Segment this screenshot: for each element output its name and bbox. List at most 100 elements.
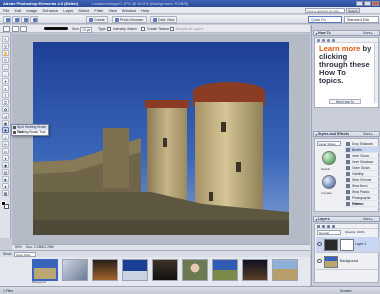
menu-help[interactable]: Help bbox=[141, 8, 149, 13]
document-canvas[interactable] bbox=[12, 34, 310, 244]
quick-fix-button[interactable]: Quick Fix bbox=[308, 16, 342, 23]
styles-panel-header[interactable]: ▼ Styles and Effects More ▸ bbox=[313, 131, 380, 137]
eyedropper-tool-icon[interactable]: ✎ bbox=[2, 57, 9, 63]
photo-thumbnail[interactable] bbox=[242, 259, 268, 281]
healing-brush-menu-item[interactable]: Healing Brush Tool bbox=[12, 130, 48, 135]
opacity-field[interactable]: Opacity: 100% bbox=[345, 230, 365, 235]
create-button[interactable]: Create bbox=[86, 16, 108, 23]
healing-brush-icon[interactable] bbox=[12, 26, 19, 32]
menu-select[interactable]: Select bbox=[78, 8, 89, 13]
trash-icon[interactable] bbox=[327, 225, 330, 228]
eraser-tool-icon[interactable]: ▭ bbox=[2, 148, 9, 154]
menu-image[interactable]: Image bbox=[26, 8, 37, 13]
photo-browser-button[interactable]: Photo Browser bbox=[112, 16, 147, 23]
style-item[interactable]: Patterns bbox=[345, 201, 379, 207]
menu-view[interactable]: View bbox=[108, 8, 117, 13]
hand-tool-icon[interactable]: ✋ bbox=[2, 50, 9, 56]
zoom-tool-icon[interactable]: ⚲ bbox=[2, 43, 9, 49]
sponge-tool-icon[interactable]: ▦ bbox=[2, 190, 9, 196]
menu-enhance[interactable]: Enhance bbox=[42, 8, 58, 13]
red-eye-tool-icon[interactable]: ◉ bbox=[2, 120, 9, 126]
home-icon[interactable] bbox=[317, 39, 320, 42]
straighten-tool-icon[interactable]: ⊿ bbox=[2, 113, 9, 119]
photo-thumbnail[interactable] bbox=[62, 259, 88, 281]
forward-icon[interactable] bbox=[327, 39, 330, 42]
date-view-button[interactable]: Date View bbox=[150, 16, 178, 23]
lasso-tool-icon[interactable]: ◌ bbox=[2, 71, 9, 77]
photo-thumbnail[interactable] bbox=[272, 259, 298, 281]
layer-row[interactable]: Background bbox=[316, 254, 379, 270]
layers-panel-header[interactable]: ▼ Layers More ▸ bbox=[313, 216, 380, 222]
shape-tool-icon[interactable]: ■ bbox=[2, 176, 9, 182]
style-swatch-default[interactable] bbox=[322, 151, 336, 165]
lock-icon[interactable] bbox=[332, 225, 335, 228]
help-search-button[interactable]: Search bbox=[346, 8, 360, 13]
style-icon bbox=[346, 172, 350, 176]
print-icon[interactable] bbox=[332, 39, 335, 42]
menu-filter[interactable]: Filter bbox=[94, 8, 103, 13]
castle-photo[interactable] bbox=[33, 42, 289, 235]
magic-wand-tool-icon[interactable]: ✦ bbox=[2, 78, 9, 84]
brush-tool-icon[interactable]: ♦ bbox=[2, 155, 9, 161]
proximity-match-radio[interactable] bbox=[107, 27, 111, 31]
save-button[interactable] bbox=[21, 16, 29, 23]
adjustment-layer-icon[interactable] bbox=[322, 225, 325, 228]
tool-preset-icon[interactable] bbox=[3, 26, 10, 32]
minimize-button[interactable] bbox=[356, 1, 363, 6]
style-swatch-complex[interactable] bbox=[322, 175, 336, 189]
new-button[interactable] bbox=[3, 16, 11, 23]
style-icon bbox=[346, 196, 350, 200]
photo-thumbnail[interactable] bbox=[212, 259, 238, 281]
howto-more-button[interactable]: More ▸ bbox=[363, 31, 373, 36]
howto-scrollbar[interactable] bbox=[374, 43, 378, 103]
crop-tool-icon[interactable]: ⌗ bbox=[2, 99, 9, 105]
blur-tool-icon[interactable]: ● bbox=[2, 183, 9, 189]
menu-edit[interactable]: Edit bbox=[14, 8, 21, 13]
spot-healing-brush-tool-icon[interactable]: ✚ bbox=[2, 127, 9, 133]
eye-icon[interactable] bbox=[317, 259, 322, 263]
sample-all-checkbox[interactable] bbox=[170, 27, 174, 31]
photo-thumbnail[interactable] bbox=[92, 259, 118, 281]
photo-thumbnail[interactable] bbox=[32, 259, 58, 281]
layers-more-button[interactable]: More ▸ bbox=[363, 217, 373, 222]
eye-icon[interactable] bbox=[317, 242, 322, 246]
print-button[interactable] bbox=[30, 16, 38, 23]
styles-panel: Layer Styles Default Complex Drop Shadow… bbox=[314, 138, 379, 212]
spot-healing-icon[interactable] bbox=[20, 26, 27, 32]
menu-file[interactable]: File bbox=[3, 8, 9, 13]
photo-thumbnail[interactable] bbox=[122, 259, 148, 281]
standard-edit-button[interactable]: Standard Edit bbox=[344, 16, 379, 23]
open-button[interactable] bbox=[12, 16, 20, 23]
create-texture-radio[interactable] bbox=[141, 27, 145, 31]
photo-thumbnail[interactable] bbox=[152, 259, 178, 281]
howto-panel-header[interactable]: ▼ How To More ▸ bbox=[313, 30, 380, 36]
style-swatch-caption: Complex bbox=[321, 191, 333, 195]
close-button[interactable] bbox=[372, 1, 379, 6]
pencil-tool-icon[interactable]: ✏ bbox=[2, 141, 9, 147]
clone-stamp-tool-icon[interactable]: ⊥ bbox=[2, 134, 9, 140]
blend-mode-dropdown[interactable]: Normal bbox=[317, 230, 341, 235]
help-search-input[interactable]: Type a question for help bbox=[305, 8, 345, 13]
new-layer-icon[interactable] bbox=[317, 225, 320, 228]
photo-thumbnail[interactable] bbox=[182, 259, 208, 281]
selection-brush-tool-icon[interactable]: ◐ bbox=[2, 85, 9, 91]
menu-window[interactable]: Window bbox=[122, 8, 136, 13]
styles-more-button[interactable]: More ▸ bbox=[363, 132, 373, 137]
type-tool-icon[interactable]: T bbox=[2, 92, 9, 98]
menu-layer[interactable]: Layer bbox=[63, 8, 73, 13]
paint-bucket-tool-icon[interactable]: ◆ bbox=[2, 162, 9, 168]
styles-category-dropdown[interactable]: Layer Styles bbox=[317, 141, 341, 146]
next-howto-button[interactable]: Next How To bbox=[329, 99, 361, 104]
marquee-tool-icon[interactable]: ⬚ bbox=[2, 64, 9, 70]
back-icon[interactable] bbox=[322, 39, 325, 42]
layer-row[interactable]: Layer 1 bbox=[316, 237, 379, 253]
move-tool-icon[interactable]: ↖ bbox=[2, 36, 9, 42]
brush-preview[interactable] bbox=[44, 27, 68, 30]
gradient-tool-icon[interactable]: ▤ bbox=[2, 169, 9, 175]
cookie-cutter-tool-icon[interactable]: ✿ bbox=[2, 106, 9, 112]
maximize-button[interactable] bbox=[364, 1, 371, 6]
tool-options-bar: Size: 13 px Type: Intensity: Match Creat… bbox=[0, 25, 310, 33]
background-color-swatch[interactable] bbox=[4, 204, 9, 209]
size-field[interactable]: 13 px bbox=[80, 27, 93, 33]
intensity-label: Intensity: Match bbox=[113, 27, 137, 31]
